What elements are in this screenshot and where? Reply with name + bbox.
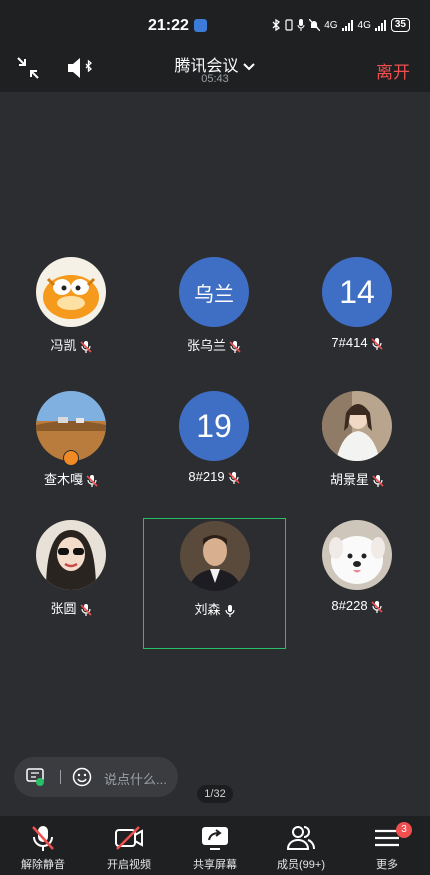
- avatar: 14: [322, 257, 392, 327]
- participant-name: 张圆: [0, 598, 143, 617]
- participant-name: 查木嘎: [0, 469, 143, 488]
- participant-name-text: 7#414: [331, 335, 368, 350]
- members-button[interactable]: 成员(99+): [258, 816, 344, 875]
- chat-toggle-icon[interactable]: [26, 768, 46, 786]
- network-2-label: 4G: [357, 19, 371, 31]
- share-screen-label: 共享屏幕: [193, 859, 237, 871]
- participant-name-text: 查木嘎: [43, 472, 83, 487]
- participant-name-text: 刘森: [194, 602, 221, 617]
- participant-tile[interactable]: 19 8#219: [143, 389, 286, 520]
- chat-placeholder: 说点什么...: [104, 772, 167, 787]
- start-video-button[interactable]: 开启视频: [86, 816, 172, 875]
- avatar-text: 14: [339, 273, 375, 310]
- participant-name-text: 胡景星: [329, 472, 369, 487]
- participant-name-text: 8#219: [188, 469, 225, 484]
- mic-muted-icon: [229, 340, 241, 353]
- emoji-icon[interactable]: [72, 767, 92, 787]
- leave-button[interactable]: 离开: [376, 58, 410, 83]
- participant-tile[interactable]: 8#228: [286, 518, 429, 649]
- divider: [60, 770, 61, 784]
- more-badge: 3: [396, 822, 412, 838]
- share-screen-icon: [202, 827, 228, 850]
- chevron-down-icon: [242, 63, 255, 71]
- meeting-app-icon: [194, 19, 207, 32]
- participant-tile[interactable]: 张圆: [0, 518, 143, 649]
- share-screen-button[interactable]: 共享屏幕: [172, 816, 258, 875]
- more-label: 更多: [376, 859, 398, 871]
- status-bar: 21:22 4G 4G 35: [0, 0, 430, 44]
- bottom-toolbar: 解除静音 开启视频 共享屏幕 成员(99+) 3 更多: [0, 816, 430, 875]
- participant-name: 7#414: [286, 335, 429, 351]
- start-video-label: 开启视频: [107, 859, 151, 871]
- participant-name: 张乌兰: [143, 335, 286, 354]
- battery-level: 35: [390, 18, 410, 32]
- participant-tile[interactable]: 乌兰张乌兰: [143, 255, 286, 386]
- more-button[interactable]: 3 更多: [344, 816, 430, 875]
- participant-tile[interactable]: 胡景星: [286, 389, 429, 520]
- avatar-text: 19: [196, 407, 232, 444]
- participant-name-text: 冯凯: [50, 338, 77, 353]
- chat-input-bar[interactable]: 说点什么...: [14, 757, 178, 797]
- participant-name: 8#228: [286, 598, 429, 614]
- mic-muted-icon: [86, 474, 98, 487]
- avatar: [180, 521, 250, 591]
- network-1-label: 4G: [324, 19, 338, 31]
- signal-2-icon: [374, 19, 386, 31]
- mic-muted-icon: [79, 603, 92, 616]
- avatar: 乌兰: [179, 257, 249, 327]
- bluetooth-icon: [272, 19, 281, 31]
- members-icon: [286, 826, 315, 850]
- mic-muted-icon: [32, 826, 54, 851]
- mic-muted-icon: [79, 340, 92, 353]
- page-indicator: 1/32: [197, 785, 233, 803]
- avatar: [322, 520, 392, 590]
- participant-tile[interactable]: 14 7#414: [286, 255, 429, 386]
- video-off-icon: [115, 826, 143, 850]
- participant-name: 刘森: [144, 599, 287, 618]
- participant-name-text: 8#228: [331, 598, 368, 613]
- unmute-label: 解除静音: [21, 859, 65, 871]
- host-badge-icon: [63, 450, 79, 466]
- avatar: 19: [179, 391, 249, 461]
- participant-tile[interactable]: 查木嘎: [0, 389, 143, 520]
- participant-name: 冯凯: [0, 335, 143, 354]
- participant-tile[interactable]: 冯凯: [0, 255, 143, 386]
- participant-name: 8#219: [143, 469, 286, 485]
- mic-icon: [224, 604, 235, 617]
- mic-muted-icon: [371, 337, 383, 350]
- unmute-button[interactable]: 解除静音: [0, 816, 86, 875]
- avatar: [36, 257, 106, 327]
- avatar-text: 乌兰: [194, 283, 234, 306]
- avatar: [36, 520, 106, 590]
- members-label: 成员(99+): [277, 859, 325, 871]
- mic-muted-icon: [228, 471, 240, 484]
- participant-name-text: 张乌兰: [186, 338, 226, 353]
- mic-muted-icon: [372, 474, 384, 487]
- participant-name: 胡景星: [286, 469, 429, 488]
- mute-bell-icon: [309, 19, 321, 31]
- participant-tile[interactable]: 刘森: [143, 518, 286, 649]
- vibrate-icon: [285, 19, 293, 31]
- meeting-header: 腾讯会议 05:43 离开: [0, 44, 430, 92]
- signal-1-icon: [341, 19, 353, 31]
- mic-muted-icon: [371, 600, 383, 613]
- meeting-timer: 05:43: [201, 73, 229, 85]
- avatar: [322, 391, 392, 461]
- status-icons: 4G 4G 35: [271, 18, 410, 32]
- mic-status-icon: [297, 19, 305, 31]
- status-time: 21:22: [148, 17, 189, 34]
- participant-name-text: 张圆: [50, 601, 77, 616]
